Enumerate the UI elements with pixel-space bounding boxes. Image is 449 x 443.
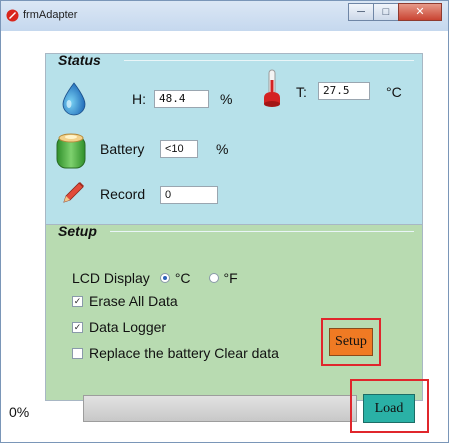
- radio-celsius[interactable]: °C: [159, 270, 191, 286]
- checkbox-replace-battery[interactable]: Replace the battery Clear data: [72, 345, 279, 361]
- battery-field[interactable]: <10: [160, 140, 198, 158]
- checkbox-replace-battery-box[interactable]: [72, 347, 83, 359]
- radio-celsius-dot[interactable]: [159, 273, 170, 283]
- progress-percent: 0%: [9, 404, 30, 420]
- checkbox-data-logger[interactable]: ✓ Data Logger: [72, 319, 166, 335]
- checkbox-erase-all[interactable]: ✓ Erase All Data: [72, 293, 178, 309]
- battery-icon: [56, 133, 86, 169]
- minimize-button[interactable]: ─: [348, 3, 374, 21]
- radio-fahrenheit[interactable]: °F: [208, 270, 238, 286]
- pencil-icon: [63, 182, 84, 203]
- progress-bar: [83, 395, 357, 422]
- lcd-display-label: LCD Display: [72, 270, 150, 286]
- client-area: Status H: 48.4 % T: 27.5 °C Battery <10 …: [9, 31, 440, 436]
- close-button[interactable]: ✕: [398, 3, 442, 21]
- setup-button[interactable]: Setup: [329, 328, 373, 356]
- battery-label: Battery: [100, 141, 145, 157]
- temperature-field[interactable]: 27.5: [318, 82, 370, 100]
- radio-fahrenheit-label: °F: [223, 270, 238, 286]
- status-legend: Status: [58, 52, 101, 68]
- status-divider: [124, 60, 414, 61]
- humidity-unit: %: [220, 91, 233, 107]
- window-controls: ─ □ ✕: [348, 3, 442, 23]
- radio-celsius-label: °C: [174, 270, 191, 286]
- load-button[interactable]: Load: [363, 394, 415, 423]
- humidity-field[interactable]: 48.4: [154, 90, 209, 108]
- water-drop-icon: [62, 82, 86, 116]
- checkbox-erase-all-box[interactable]: ✓: [72, 295, 83, 307]
- humidity-label: H:: [132, 91, 146, 107]
- thermometer-icon: [264, 69, 280, 107]
- battery-unit: %: [216, 141, 229, 157]
- temperature-unit: °C: [386, 84, 402, 100]
- maximize-button[interactable]: □: [373, 3, 399, 21]
- radio-fahrenheit-dot[interactable]: [208, 273, 219, 283]
- setup-panel: Setup LCD Display °C °F ✓ Erase All Data…: [45, 223, 423, 401]
- checkbox-replace-battery-label: Replace the battery Clear data: [89, 345, 279, 361]
- checkbox-data-logger-box[interactable]: ✓: [72, 321, 83, 333]
- window-title: frmAdapter: [23, 9, 78, 21]
- app-window: frmAdapter ─ □ ✕ Status H: 48.4 % T: 27.…: [0, 0, 449, 443]
- checkbox-data-logger-label: Data Logger: [89, 319, 167, 335]
- checkbox-erase-all-label: Erase All Data: [89, 293, 178, 309]
- title-bar[interactable]: frmAdapter ─ □ ✕: [1, 1, 448, 31]
- lcd-display-row: LCD Display °C °F: [72, 270, 238, 286]
- setup-legend: Setup: [58, 223, 97, 239]
- temperature-label: T:: [296, 84, 307, 100]
- app-icon: [6, 9, 19, 22]
- status-panel: Status H: 48.4 % T: 27.5 °C Battery <10 …: [45, 52, 423, 233]
- record-field[interactable]: 0: [160, 186, 218, 204]
- record-label: Record: [100, 186, 146, 202]
- setup-divider: [110, 231, 414, 232]
